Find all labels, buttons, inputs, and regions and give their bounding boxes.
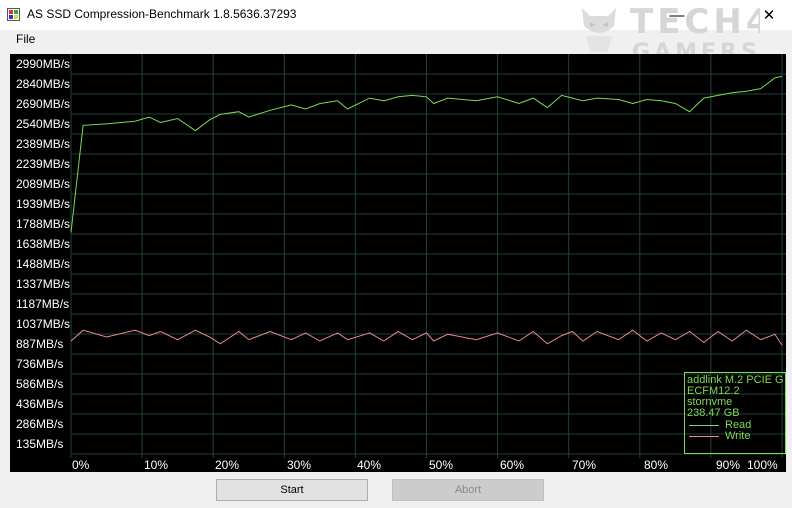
legend-device: addlink M.2 PCIE G [687, 374, 784, 386]
y-tick-label: 1187MB/s [16, 297, 70, 311]
close-button[interactable]: ✕ [746, 0, 792, 30]
x-tick-label: 70% [572, 458, 597, 472]
legend-firmware: ECFM12.2 [687, 385, 740, 397]
menu-file[interactable]: File [16, 32, 35, 46]
start-button[interactable]: Start [216, 479, 368, 501]
y-tick-label: 2840MB/s [16, 77, 71, 91]
y-tick-label: 736MB/s [16, 357, 64, 371]
x-tick-label: 60% [500, 458, 525, 472]
y-tick-label: 1939MB/s [16, 197, 71, 211]
chart-legend: addlink M.2 PCIE G ECFM12.2 stornvme 238… [684, 372, 786, 454]
chart-svg [70, 54, 786, 458]
benchmark-chart: 2990MB/s 2840MB/s 2690MB/s 2540MB/s 2389MB/s… [10, 54, 786, 472]
minimize-button[interactable]: — [654, 0, 700, 30]
x-tick-label: 100% [747, 458, 778, 472]
y-tick-label: 2690MB/s [16, 97, 71, 111]
legend-read-label: Read [725, 419, 752, 431]
legend-write-label: Write [725, 430, 751, 442]
y-tick-label: 2540MB/s [16, 117, 71, 131]
y-tick-label: 1488MB/s [16, 257, 71, 271]
x-tick-label: 90% [716, 458, 741, 472]
y-tick-label: 2990MB/s [16, 57, 71, 71]
title-bar: AS SSD Compression-Benchmark 1.8.5636.37… [0, 0, 792, 54]
x-tick-label: 50% [429, 458, 454, 472]
y-tick-label: 1788MB/s [16, 217, 71, 231]
y-tick-label: 2239MB/s [16, 157, 71, 171]
y-tick-label: 887MB/s [16, 337, 64, 351]
y-tick-label: 1638MB/s [16, 237, 71, 251]
menu-bar: File [0, 30, 792, 52]
y-tick-label: 2389MB/s [16, 137, 71, 151]
window-title: AS SSD Compression-Benchmark 1.8.5636.37… [27, 7, 297, 21]
y-tick-label: 586MB/s [16, 377, 64, 391]
x-tick-label: 40% [357, 458, 382, 472]
y-tick-label: 436MB/s [16, 397, 64, 411]
x-tick-label: 30% [287, 458, 312, 472]
x-tick-label: 20% [215, 458, 240, 472]
x-tick-label: 10% [144, 458, 169, 472]
y-tick-label: 1337MB/s [16, 277, 71, 291]
y-tick-label: 2089MB/s [16, 177, 71, 191]
y-tick-label: 135MB/s [16, 437, 64, 451]
x-tick-label: 0% [72, 458, 90, 472]
y-tick-label: 286MB/s [16, 417, 64, 431]
y-tick-label: 1037MB/s [16, 317, 71, 331]
legend-driver: stornvme [687, 396, 733, 408]
app-icon [7, 8, 20, 21]
abort-button[interactable]: Abort [392, 479, 544, 501]
legend-read-swatch [689, 425, 719, 426]
legend-capacity: 238.47 GB [687, 407, 740, 419]
legend-write-swatch [689, 436, 719, 437]
x-tick-label: 80% [644, 458, 669, 472]
